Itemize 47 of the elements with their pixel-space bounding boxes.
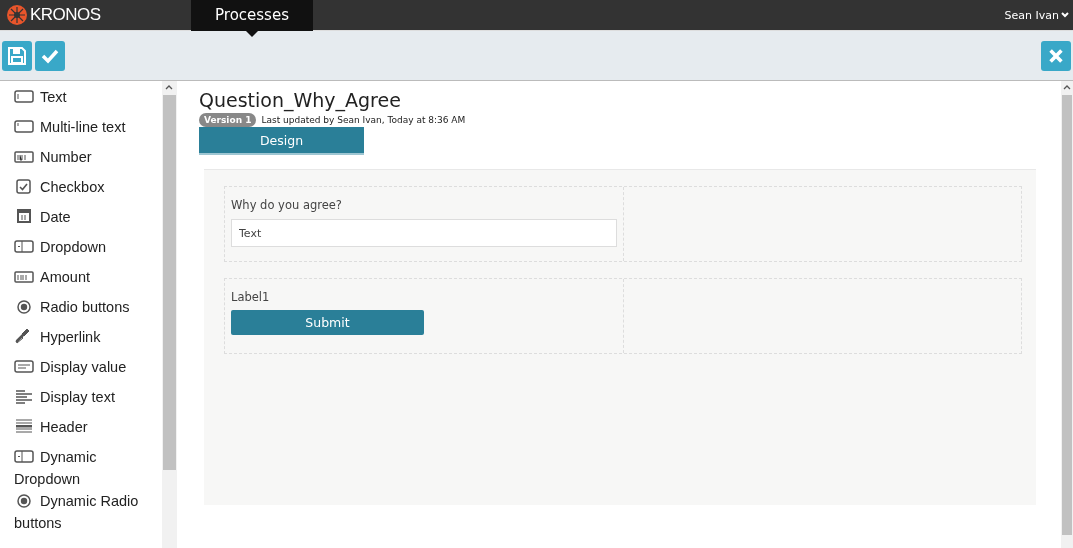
user-menu[interactable]: Sean Ivan <box>1004 8 1069 22</box>
scroll-up-icon[interactable] <box>165 84 173 90</box>
form-title: Question_Why_Agree <box>199 89 402 111</box>
text-field-icon <box>14 88 34 104</box>
date-field-icon <box>14 208 34 224</box>
nav-tab[interactable]: Processes <box>191 0 313 31</box>
multiline-field-icon <box>14 118 34 134</box>
dropdown-field-icon <box>14 448 34 464</box>
palette-item[interactable]: Dropdown <box>0 236 162 266</box>
dropdown-field-icon <box>14 238 34 254</box>
save-button[interactable] <box>2 40 32 71</box>
last-updated-text: Last updated by Sean Ivan, Today at 8:36 AM <box>261 115 466 125</box>
text-input-field[interactable]: Text <box>231 219 617 247</box>
palette-item[interactable]: Header <box>0 416 162 446</box>
palette-item[interactable]: Display text <box>0 386 162 416</box>
radio-field-icon <box>14 492 34 508</box>
scroll-up-icon[interactable] <box>1063 84 1071 90</box>
scrollbar-thumb[interactable] <box>163 95 176 470</box>
radio-field-icon <box>14 298 34 314</box>
palette-item[interactable]: Dynamic Radio buttons <box>0 490 162 534</box>
checkbox-field-icon <box>14 178 34 194</box>
logo-text: KRONOS <box>30 5 101 25</box>
palette-item[interactable]: Amount <box>0 266 162 296</box>
chevron-down-icon <box>1061 12 1069 18</box>
version-badge: Version 1 <box>199 113 257 127</box>
field-label: Why do you agree? <box>231 198 342 212</box>
palette-item[interactable]: Number <box>0 146 162 176</box>
palette-item[interactable]: Multi-line text <box>0 116 162 146</box>
display-text-field-icon <box>14 388 34 404</box>
palette-item[interactable]: Checkbox <box>0 176 162 206</box>
scrollbar-thumb[interactable] <box>1062 95 1072 535</box>
palette-item[interactable]: Date <box>0 206 162 236</box>
palette-item[interactable]: Dynamic Dropdown <box>0 446 162 490</box>
display-value-field-icon <box>14 358 34 374</box>
number-field-icon <box>14 148 34 164</box>
check-button[interactable] <box>35 40 65 71</box>
logo-icon <box>6 4 28 26</box>
palette-item[interactable]: Display value <box>0 356 162 386</box>
header-field-icon <box>14 418 34 434</box>
submit-button[interactable]: Submit <box>231 310 424 335</box>
palette-item[interactable]: Hyperlink <box>0 326 162 356</box>
design-tab[interactable]: Design <box>199 127 364 155</box>
amount-field-icon <box>14 268 34 284</box>
palette-item[interactable]: Text <box>0 86 162 116</box>
close-button[interactable] <box>1041 40 1071 71</box>
palette-item[interactable]: Radio buttons <box>0 296 162 326</box>
field-label: Label1 <box>231 290 270 304</box>
